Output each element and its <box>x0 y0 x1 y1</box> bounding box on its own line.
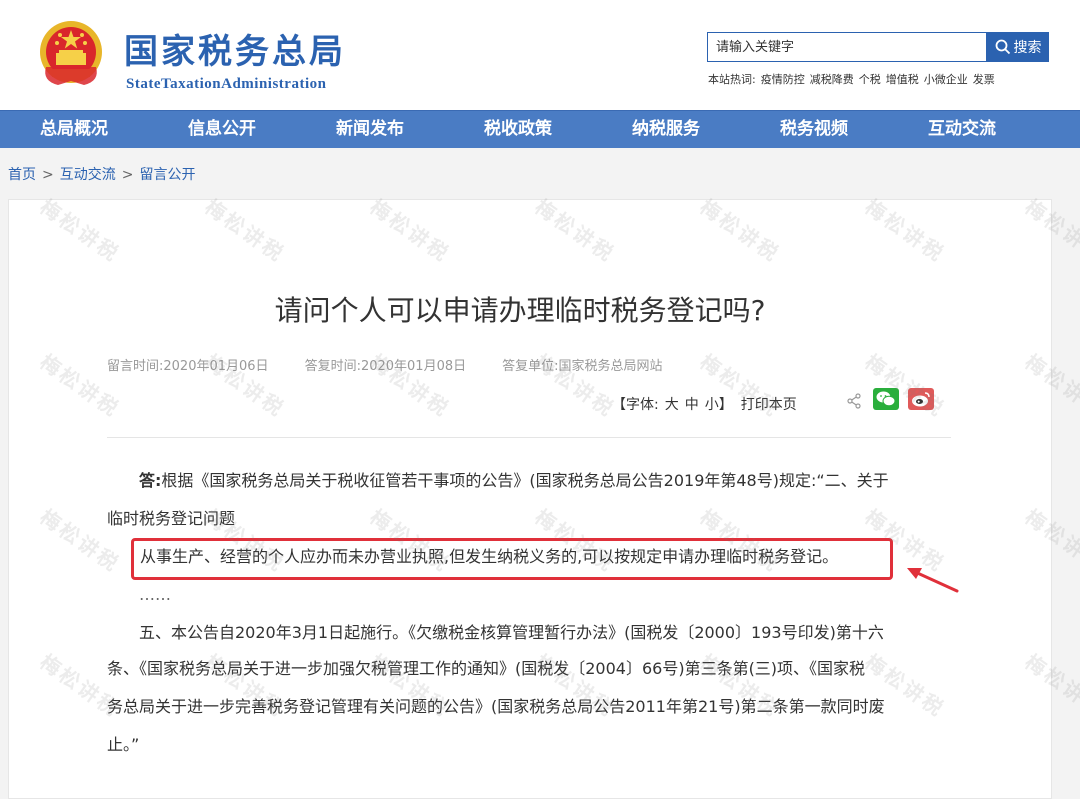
font-size-label: 【字体: <box>612 397 659 413</box>
hot-term-link[interactable]: 增值税 <box>886 73 919 86</box>
reply-time: 答复时间:2020年01月08日 <box>304 359 467 374</box>
answer-paragraph-line: 答:根据《国家税务总局关于税收征管若干事项的公告》(国家税务总局公告2019年第… <box>139 471 889 491</box>
breadcrumb-messages[interactable]: 留言公开 <box>139 167 195 183</box>
font-size-small[interactable]: 小 <box>705 397 719 413</box>
answer-paragraph-line: 止。” <box>107 735 140 754</box>
reply-unit: 答复单位:国家税务总局网站 <box>502 359 663 374</box>
answer-label: 答: <box>139 471 162 490</box>
font-size-large[interactable]: 大 <box>665 397 679 413</box>
hot-terms: 本站热词: 疫情防控 减税降费 个税 增值税 小微企业 发票 <box>708 71 1000 87</box>
nav-item-tax-service[interactable]: 纳税服务 <box>592 111 740 148</box>
font-size-close: 】 <box>718 397 733 413</box>
national-emblem-icon <box>38 19 104 91</box>
answer-paragraph-line: 务总局关于进一步完善税务登记管理有关问题的公告》(国家税务总局公告2011年第2… <box>107 697 885 716</box>
site-name-en: StateTaxationAdministration <box>126 76 327 92</box>
answer-paragraph-line: 五、本公告自2020年3月1日起施行。《欠缴税金核算管理暂行办法》(国税发〔20… <box>139 623 884 642</box>
article-meta: 留言时间:2020年01月06日 答复时间:2020年01月08日 答复单位:国家税… <box>107 355 699 374</box>
hot-term-link[interactable]: 小微企业 <box>924 73 968 86</box>
annotation-arrow-icon <box>907 568 959 593</box>
share-icon[interactable] <box>847 393 861 409</box>
article-divider <box>107 437 951 438</box>
nav-item-tax-video[interactable]: 税务视频 <box>740 111 888 148</box>
hot-term-link[interactable]: 疫情防控 <box>761 73 805 86</box>
ellipsis: …… <box>139 585 171 604</box>
main-nav: 总局概况 信息公开 新闻发布 税收政策 纳税服务 税务视频 互动交流 <box>0 110 1080 148</box>
search-button-label: 搜索 <box>1013 40 1042 56</box>
breadcrumb-separator: > <box>42 167 54 183</box>
answer-paragraph-line: 临时税务登记问题 <box>107 509 236 528</box>
hot-term-link[interactable]: 发票 <box>973 73 995 86</box>
wechat-share-icon[interactable] <box>873 388 899 410</box>
site-name: 国家税务总局 <box>124 32 346 72</box>
site-header: 国家税务总局 StateTaxationAdministration 搜索 本站… <box>0 0 1080 110</box>
font-size-medium[interactable]: 中 <box>685 397 699 413</box>
nav-item-overview[interactable]: 总局概况 <box>0 111 148 148</box>
search-input[interactable] <box>708 33 986 61</box>
breadcrumb-home[interactable]: 首页 <box>8 167 36 183</box>
answer-text: 根据《国家税务总局关于税收征管若干事项的公告》(国家税务总局公告2019年第48… <box>161 471 889 490</box>
answer-paragraph-line: 条、《国家税务总局关于进一步加强欠税管理工作的通知》(国税发〔2004〕66号)… <box>107 659 866 678</box>
post-time: 留言时间:2020年01月06日 <box>107 359 269 374</box>
article-title: 请问个人可以申请办理临时税务登记吗? <box>274 294 766 327</box>
hot-term-link[interactable]: 减税降费 <box>810 73 854 86</box>
search-box <box>707 32 987 62</box>
search-button[interactable]: 搜索 <box>987 32 1049 62</box>
hot-term-link[interactable]: 个税 <box>859 73 881 86</box>
hot-terms-label: 本站热词: <box>708 73 756 86</box>
nav-item-interaction[interactable]: 互动交流 <box>888 111 1036 148</box>
weibo-share-icon[interactable] <box>908 388 934 410</box>
article-tools: 【字体: 大中小】 打印本页 <box>612 394 797 414</box>
breadcrumb-separator: > <box>121 167 134 183</box>
breadcrumb: 首页 > 互动交流 > 留言公开 <box>8 164 195 184</box>
print-button[interactable]: 打印本页 <box>741 397 797 413</box>
nav-item-tax-policy[interactable]: 税收政策 <box>444 111 592 148</box>
breadcrumb-interaction[interactable]: 互动交流 <box>60 167 116 183</box>
search-icon <box>995 39 1010 55</box>
nav-item-news[interactable]: 新闻发布 <box>296 111 444 148</box>
highlight-box <box>131 538 893 580</box>
nav-item-info-disclosure[interactable]: 信息公开 <box>148 111 296 148</box>
